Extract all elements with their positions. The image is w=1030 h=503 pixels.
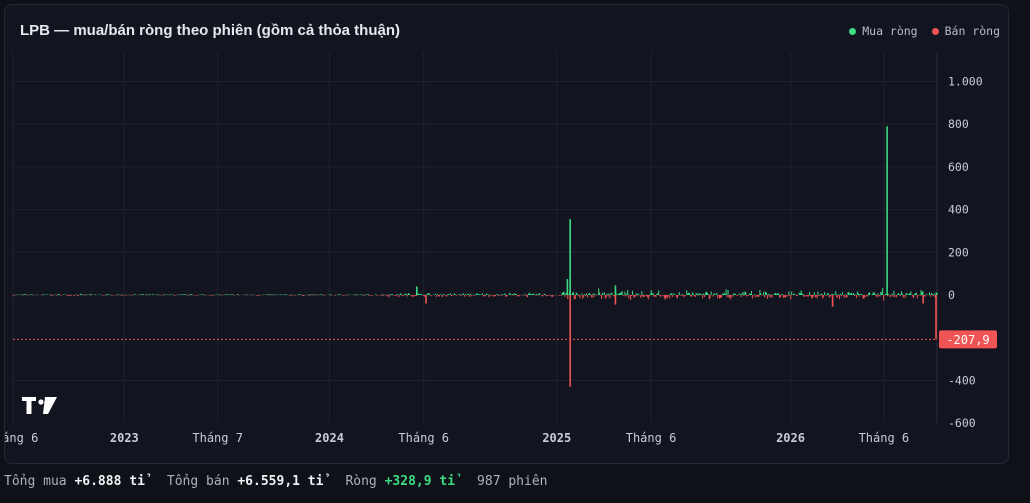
x-tick-label: 2025 xyxy=(542,431,571,445)
total-buy-value: +6.888 tỉ xyxy=(74,474,145,489)
total-buy: Tổng mua +6.888 tỉ xyxy=(4,474,145,489)
y-tick-label: -600 xyxy=(948,416,976,430)
x-tick-label: 2024 xyxy=(315,431,344,445)
legend: Mua ròng Bán ròng xyxy=(849,24,1000,38)
y-tick-label: 0 xyxy=(948,288,955,302)
legend-label-sell: Bán ròng xyxy=(944,24,1000,38)
x-tick-label: 2023 xyxy=(110,431,139,445)
y-tick-label: -400 xyxy=(948,373,976,387)
x-tick-label: 2026 xyxy=(776,431,805,445)
x-tick-label: Tháng 6 xyxy=(398,431,449,445)
y-tick-label: 800 xyxy=(948,117,969,131)
y-tick-label: 400 xyxy=(948,203,969,217)
net-label: Ròng xyxy=(345,474,377,489)
total-buy-label: Tổng mua xyxy=(4,474,67,489)
x-tick-label: Tháng 6 xyxy=(626,431,677,445)
y-tick-label: 1.000 xyxy=(948,75,983,89)
total-sell-label: Tổng bán xyxy=(166,474,230,489)
legend-label-buy: Mua ròng xyxy=(862,24,918,38)
net-value: +328,9 tỉ xyxy=(384,474,456,489)
x-tick-label: Tháng 6 xyxy=(5,431,38,445)
chart-title: LPB — mua/bán ròng theo phiên (gồm cả th… xyxy=(20,22,400,39)
total-sell: Tổng bán +6.559,1 tỉ xyxy=(167,474,324,489)
legend-item-buy[interactable]: Mua ròng xyxy=(849,24,918,38)
legend-item-sell[interactable]: Bán ròng xyxy=(931,24,1000,38)
y-tick-label: 600 xyxy=(948,160,969,174)
chart-card: -207,9 1.000 800 600 400 200 0 -400 -600 Tháng 6 2… xyxy=(4,4,1009,464)
session-count: 987 phiên xyxy=(477,474,548,489)
tv-logo xyxy=(22,397,57,414)
x-tick-label: Tháng 7 xyxy=(192,431,243,445)
legend-dot-buy xyxy=(849,27,857,35)
chart-svg: -207,9 1.000 800 600 400 200 0 -400 -600 Tháng 6 2… xyxy=(5,52,997,445)
footer-summary: Tổng mua +6.888 tỉ Tổng bán +6.559,1 tỉ … xyxy=(4,474,548,489)
legend-dot-sell xyxy=(931,27,939,35)
last-value-label: -207,9 xyxy=(946,333,989,347)
x-tick-label: Tháng 6 xyxy=(859,431,910,445)
total-sell-value: +6.559,1 tỉ xyxy=(237,474,324,489)
y-tick-label: 200 xyxy=(948,245,969,259)
net-total: Ròng +328,9 tỉ xyxy=(345,474,455,489)
